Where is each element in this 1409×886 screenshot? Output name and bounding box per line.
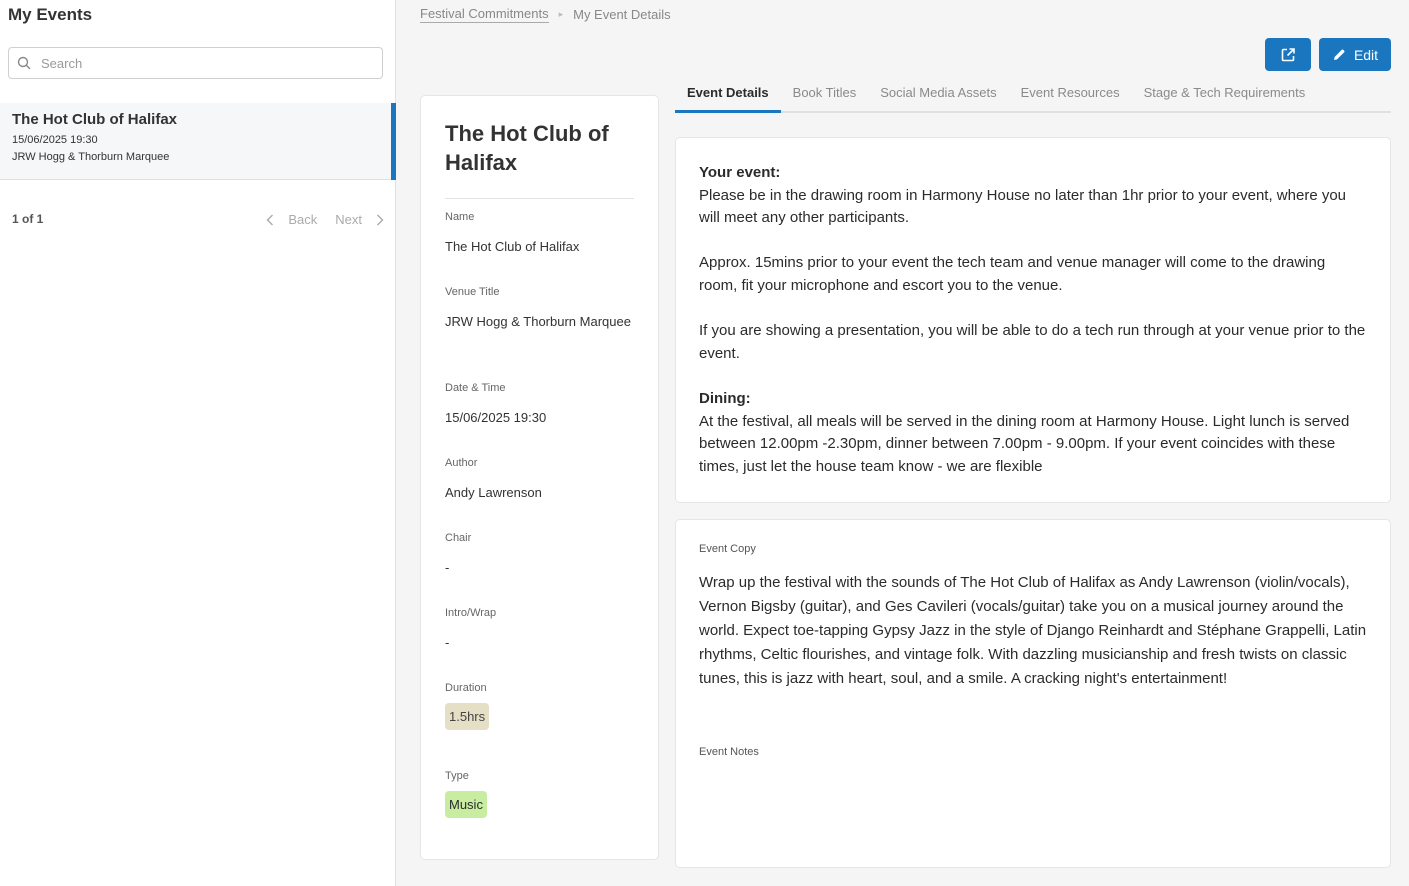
- pencil-icon: [1332, 48, 1346, 62]
- chevron-right-icon[interactable]: [376, 214, 384, 226]
- event-info-paragraph: If you are showing a presentation, you w…: [699, 322, 1366, 362]
- back-button[interactable]: Back: [288, 212, 317, 227]
- field-value: -: [445, 560, 450, 575]
- field-label: Author: [445, 457, 478, 469]
- open-external-button[interactable]: [1265, 38, 1311, 71]
- event-item-venue: JRW Hogg & Thorburn Marquee: [12, 151, 170, 163]
- next-button[interactable]: Next: [335, 212, 362, 227]
- type-badge: Music: [445, 791, 487, 818]
- field-intro-wrap: Intro/Wrap -: [445, 607, 634, 670]
- event-list-item[interactable]: The Hot Club of Halifax 15/06/2025 19:30…: [0, 103, 396, 180]
- event-info-heading: Your event:: [699, 164, 781, 181]
- field-value: The Hot Club of Halifax: [445, 239, 580, 254]
- breadcrumb-separator-icon: ▸: [558, 9, 564, 19]
- field-name: Name The Hot Club of Halifax: [445, 211, 634, 274]
- field-label: Venue Title: [445, 286, 500, 298]
- breadcrumb-parent-link[interactable]: Festival Commitments: [420, 6, 549, 23]
- edit-button-label: Edit: [1353, 46, 1379, 63]
- pagination: 1 of 1 Back Next: [12, 212, 384, 230]
- field-label: Type: [445, 770, 469, 782]
- field-type: Type Music: [445, 770, 634, 833]
- field-venue: Venue Title JRW Hogg & Thorburn Marquee: [445, 286, 634, 370]
- field-value: JRW Hogg & Thorburn Marquee: [445, 314, 631, 329]
- breadcrumb: Festival Commitments ▸ My Event Details: [420, 6, 671, 23]
- event-info-paragraph: Please be in the drawing room in Harmony…: [699, 186, 1347, 227]
- page-count: 1 of 1: [12, 212, 44, 226]
- tab-event-resources[interactable]: Event Resources: [1009, 78, 1132, 113]
- event-copy-label: Event Copy: [699, 543, 756, 555]
- search-icon: [17, 56, 31, 70]
- event-info-paragraph: Approx. 15mins prior to your event the t…: [699, 254, 1326, 294]
- field-value: 15/06/2025 19:30: [445, 410, 547, 425]
- search-input[interactable]: [41, 55, 361, 71]
- field-value: Andy Lawrenson: [445, 485, 542, 500]
- field-chair: Chair -: [445, 532, 634, 595]
- field-label: Duration: [445, 682, 487, 694]
- field-datetime: Date & Time 15/06/2025 19:30: [445, 382, 634, 445]
- dining-paragraph: At the festival, all meals will be serve…: [699, 412, 1350, 475]
- event-notes-label: Event Notes: [699, 746, 759, 758]
- field-author: Author Andy Lawrenson: [445, 457, 634, 520]
- edit-button[interactable]: Edit: [1319, 38, 1391, 71]
- field-label: Chair: [445, 532, 472, 544]
- tab-event-details[interactable]: Event Details: [675, 78, 781, 113]
- sidebar-title: My Events: [8, 5, 93, 24]
- selected-indicator: [391, 103, 396, 180]
- external-link-icon: [1280, 47, 1296, 63]
- tab-social-media-assets[interactable]: Social Media Assets: [868, 78, 1008, 113]
- field-value: -: [445, 635, 450, 650]
- event-item-title: The Hot Club of Halifax: [12, 111, 177, 128]
- event-info-card: Your event: Please be in the drawing roo…: [675, 137, 1391, 503]
- tab-stage-tech-requirements[interactable]: Stage & Tech Requirements: [1132, 78, 1318, 113]
- dining-heading: Dining:: [699, 389, 751, 407]
- tab-book-titles[interactable]: Book Titles: [781, 78, 869, 113]
- event-details-card: The Hot Club of Halifax Name The Hot Clu…: [420, 95, 659, 860]
- event-copy-text: Wrap up the festival with the sounds of …: [699, 574, 1367, 687]
- event-title: The Hot Club of Halifax: [445, 119, 634, 199]
- event-item-datetime: 15/06/2025 19:30: [12, 134, 98, 146]
- tab-bar: Event Details Book Titles Social Media A…: [675, 78, 1391, 113]
- field-duration: Duration 1.5hrs: [445, 682, 634, 758]
- field-label: Intro/Wrap: [445, 607, 497, 619]
- search-box[interactable]: [8, 47, 383, 79]
- event-copy-card: Event Copy Wrap up the festival with the…: [675, 519, 1391, 868]
- field-label: Date & Time: [445, 382, 506, 394]
- field-label: Name: [445, 211, 475, 223]
- breadcrumb-current: My Event Details: [573, 7, 671, 22]
- sidebar: My Events The Hot Club of Halifax 15/06/…: [0, 0, 396, 886]
- duration-badge: 1.5hrs: [445, 703, 490, 730]
- chevron-left-icon[interactable]: [266, 214, 274, 226]
